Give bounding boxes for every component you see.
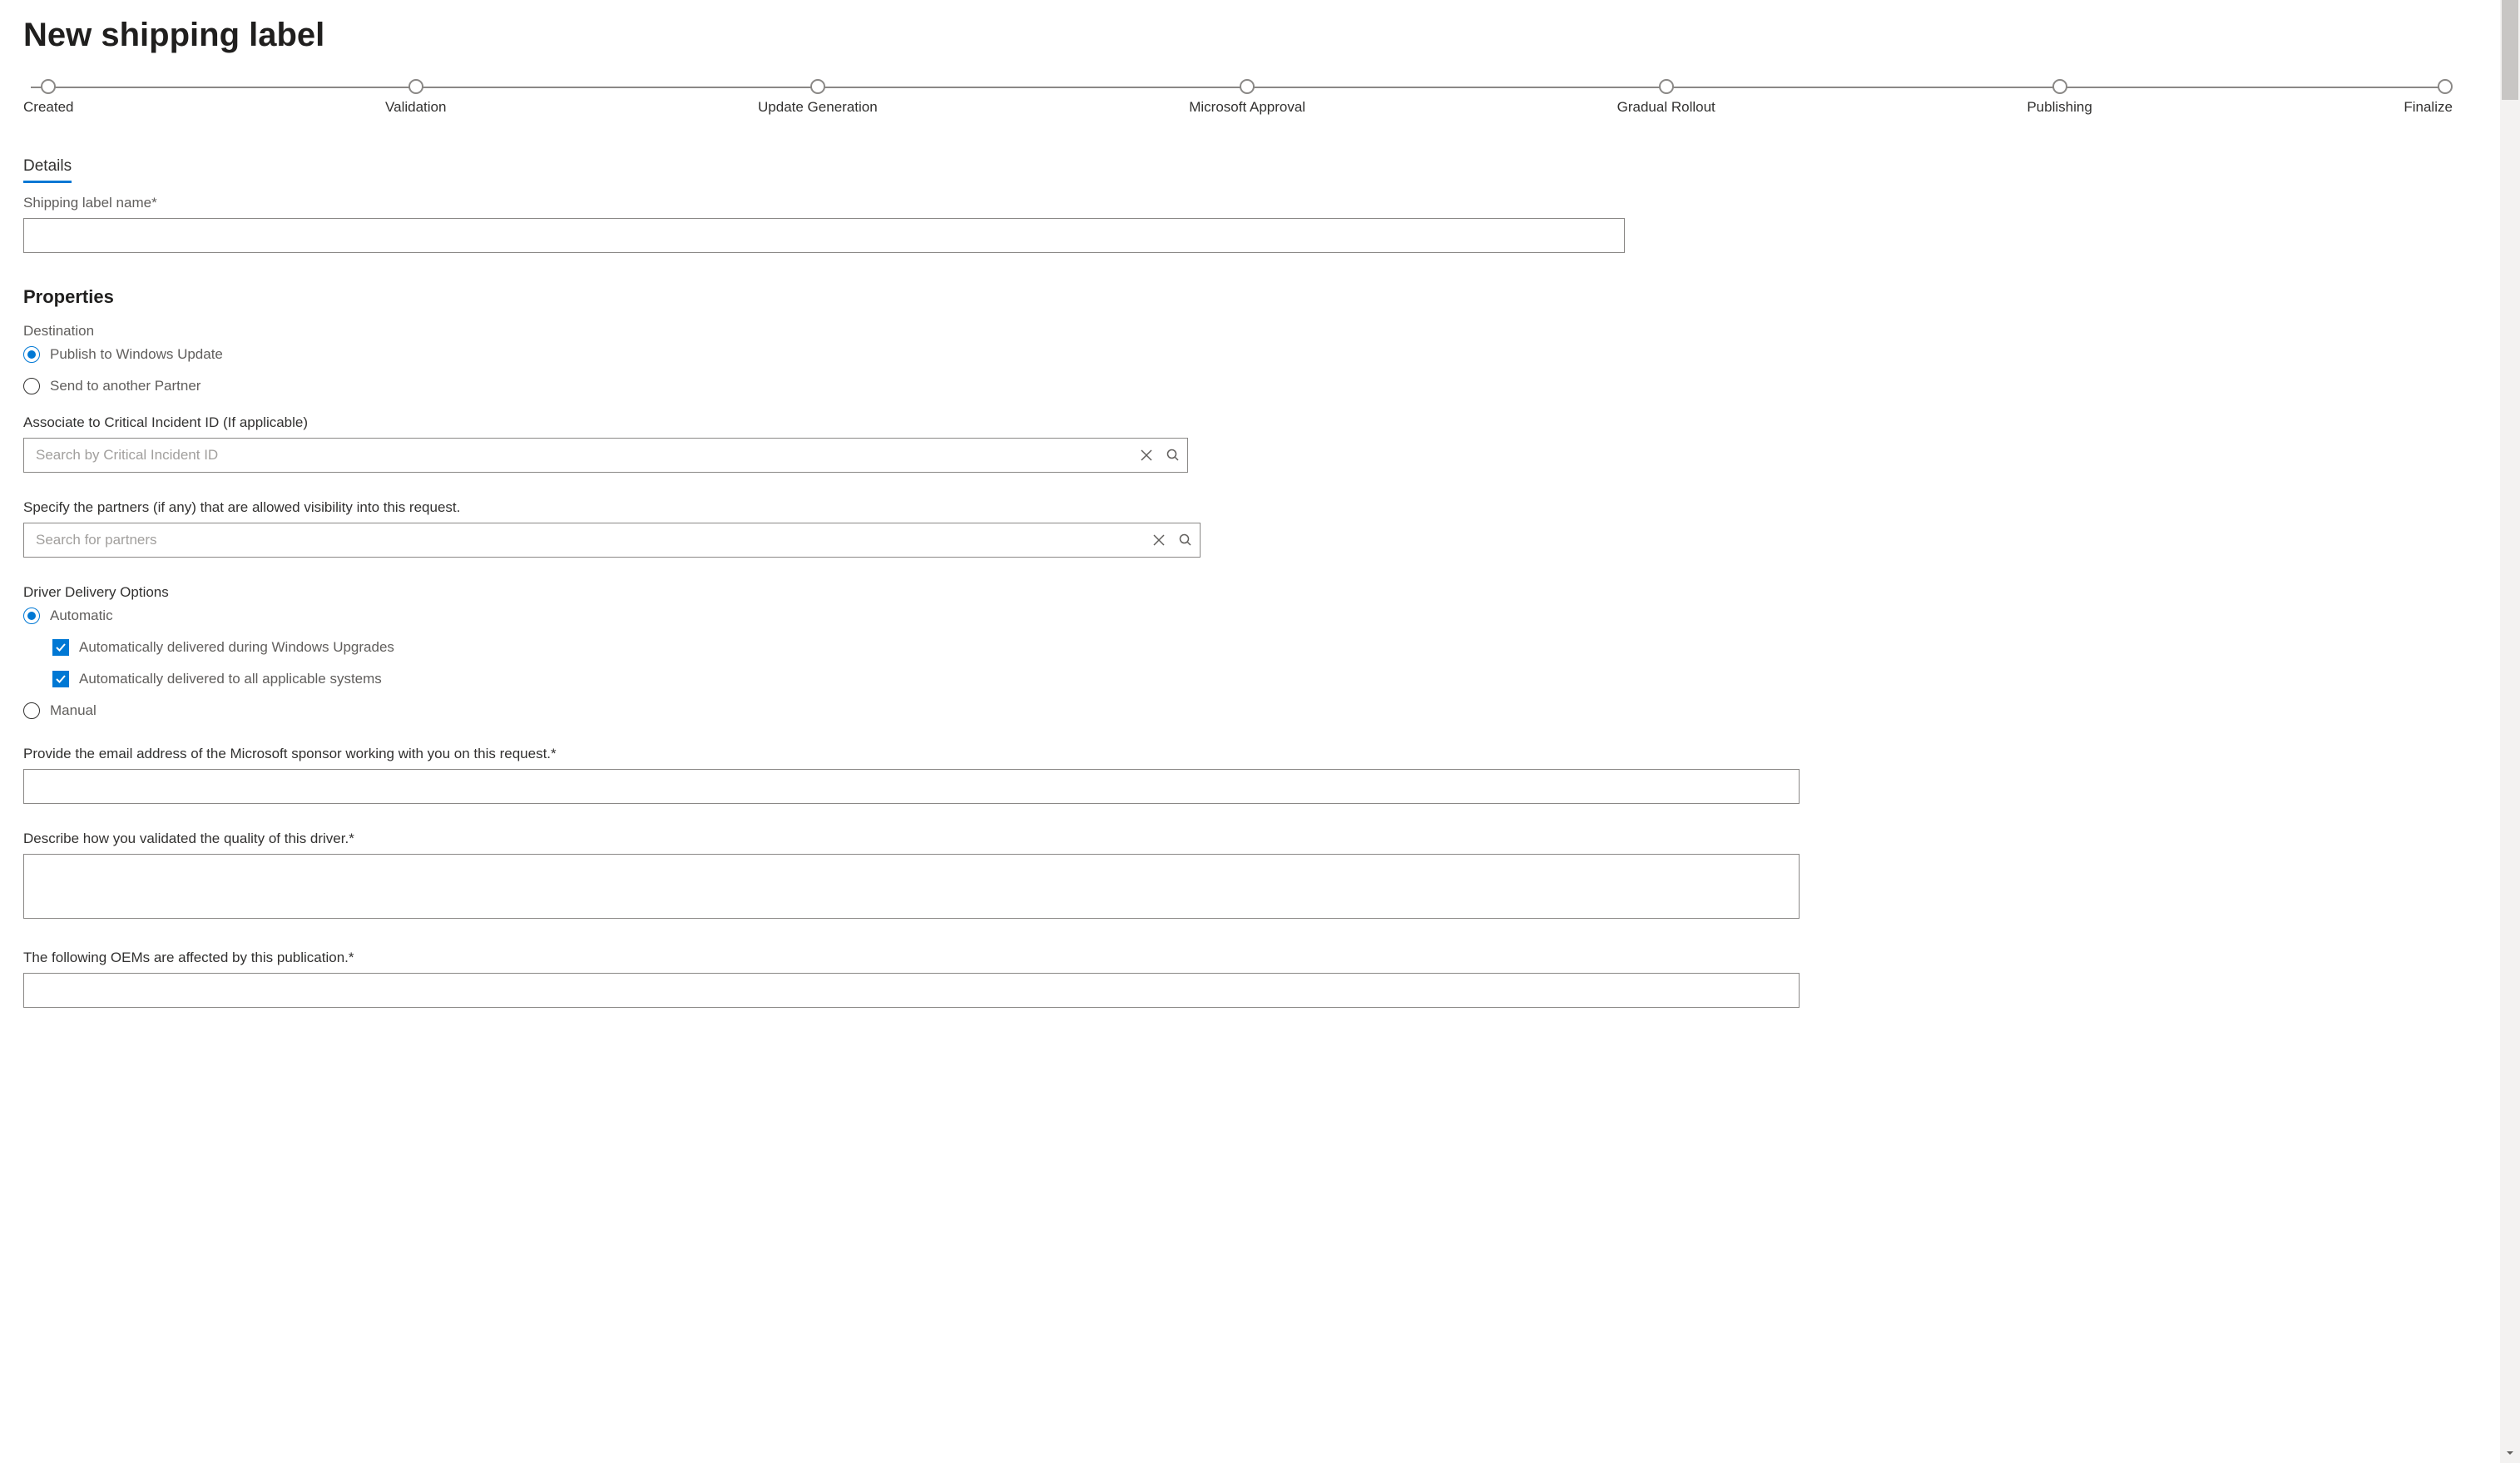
radio-icon bbox=[23, 346, 40, 363]
oems-affected-label: The following OEMs are affected by this … bbox=[23, 950, 2497, 966]
scrollbar-track[interactable] bbox=[2500, 0, 2520, 1463]
radio-publish-windows-update[interactable]: Publish to Windows Update bbox=[23, 346, 2497, 363]
tab-bar: Details bbox=[23, 157, 2497, 183]
progress-circle bbox=[41, 79, 56, 94]
progress-step-created: Created bbox=[23, 79, 73, 116]
progress-step-validation: Validation bbox=[385, 79, 446, 116]
progress-circle bbox=[2438, 79, 2453, 94]
shipping-label-name-input[interactable] bbox=[23, 218, 1625, 253]
validation-description-label: Describe how you validated the quality o… bbox=[23, 831, 2497, 847]
oems-affected-input[interactable] bbox=[23, 973, 1800, 1008]
clear-icon[interactable] bbox=[1151, 532, 1167, 548]
progress-step-update-generation: Update Generation bbox=[758, 79, 878, 116]
sponsor-email-input[interactable] bbox=[23, 769, 1800, 804]
radio-icon bbox=[23, 702, 40, 719]
progress-circle bbox=[810, 79, 825, 94]
properties-heading: Properties bbox=[23, 286, 2497, 308]
radio-label: Automatic bbox=[50, 608, 113, 624]
progress-label: Gradual Rollout bbox=[1617, 99, 1715, 116]
radio-icon bbox=[23, 378, 40, 394]
progress-step-finalize: Finalize bbox=[2404, 79, 2453, 116]
radio-label: Publish to Windows Update bbox=[50, 346, 223, 363]
checkbox-label: Automatically delivered to all applicabl… bbox=[79, 671, 382, 687]
progress-circle bbox=[408, 79, 423, 94]
radio-icon bbox=[23, 608, 40, 624]
clear-icon[interactable] bbox=[1138, 447, 1155, 464]
progress-step-publishing: Publishing bbox=[2027, 79, 2092, 116]
progress-step-gradual-rollout: Gradual Rollout bbox=[1617, 79, 1715, 116]
progress-label: Update Generation bbox=[758, 99, 878, 116]
driver-delivery-options-label: Driver Delivery Options bbox=[23, 584, 2497, 601]
partners-input[interactable] bbox=[23, 523, 1201, 558]
scrollbar-thumb[interactable] bbox=[2502, 0, 2518, 100]
shipping-label-name-label: Shipping label name bbox=[23, 195, 2497, 211]
partners-visibility-label: Specify the partners (if any) that are a… bbox=[23, 499, 2497, 516]
progress-label: Validation bbox=[385, 99, 446, 116]
partners-searchbox bbox=[23, 523, 1201, 558]
checkbox-label: Automatically delivered during Windows U… bbox=[79, 639, 394, 656]
progress-step-microsoft-approval: Microsoft Approval bbox=[1189, 79, 1305, 116]
critical-incident-label: Associate to Critical Incident ID (If ap… bbox=[23, 414, 2497, 431]
destination-label: Destination bbox=[23, 323, 2497, 340]
sponsor-email-label: Provide the email address of the Microso… bbox=[23, 746, 2497, 762]
scrollbar-down-arrow-icon[interactable] bbox=[2500, 1443, 2520, 1463]
radio-label: Manual bbox=[50, 702, 97, 719]
progress-bar: Created Validation Update Generation Mic… bbox=[23, 79, 2453, 116]
checkbox-auto-all-systems[interactable]: Automatically delivered to all applicabl… bbox=[52, 671, 2497, 687]
radio-automatic[interactable]: Automatic bbox=[23, 608, 2497, 624]
search-icon[interactable] bbox=[1165, 447, 1181, 464]
progress-label: Microsoft Approval bbox=[1189, 99, 1305, 116]
progress-label: Created bbox=[23, 99, 73, 116]
progress-circle bbox=[1240, 79, 1255, 94]
progress-label: Publishing bbox=[2027, 99, 2092, 116]
checkbox-icon bbox=[52, 639, 69, 656]
radio-manual[interactable]: Manual bbox=[23, 702, 2497, 719]
tab-details[interactable]: Details bbox=[23, 157, 72, 183]
radio-send-another-partner[interactable]: Send to another Partner bbox=[23, 378, 2497, 394]
checkbox-icon bbox=[52, 671, 69, 687]
progress-label: Finalize bbox=[2404, 99, 2453, 116]
search-icon[interactable] bbox=[1177, 532, 1194, 548]
checkbox-auto-upgrades[interactable]: Automatically delivered during Windows U… bbox=[52, 639, 2497, 656]
validation-description-input[interactable] bbox=[23, 854, 1800, 919]
critical-incident-input[interactable] bbox=[23, 438, 1188, 473]
critical-incident-searchbox bbox=[23, 438, 1188, 473]
progress-circle bbox=[1659, 79, 1674, 94]
page-title: New shipping label bbox=[23, 17, 2497, 54]
radio-label: Send to another Partner bbox=[50, 378, 201, 394]
progress-circle bbox=[2052, 79, 2067, 94]
